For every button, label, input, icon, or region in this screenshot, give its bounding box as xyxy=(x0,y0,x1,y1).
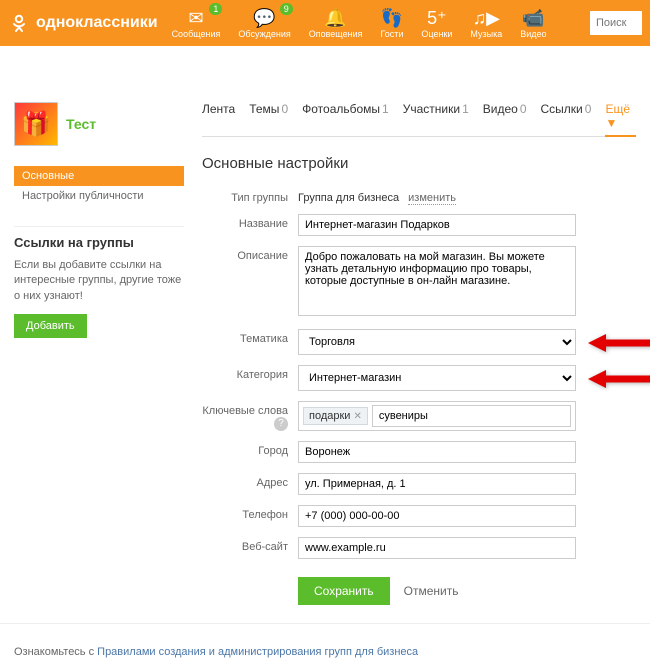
label-phone: Телефон xyxy=(202,505,298,521)
change-type-link[interactable]: изменить xyxy=(408,192,456,205)
topbar: одноклассники 1 ✉ Сообщения 9 💬 Обсужден… xyxy=(0,0,650,46)
group-avatar[interactable]: 🎁 xyxy=(14,102,58,146)
tab-more[interactable]: Ещё ▼ xyxy=(605,102,636,137)
help-icon[interactable]: ? xyxy=(274,417,288,431)
logo[interactable]: одноклассники xyxy=(8,12,158,34)
nav-video[interactable]: 📹 Видео xyxy=(520,7,546,39)
keyword-tag: подарки✕ xyxy=(303,407,368,425)
add-link-button[interactable]: Добавить xyxy=(14,314,87,338)
save-button[interactable]: Сохранить xyxy=(298,577,390,605)
name-input[interactable] xyxy=(298,214,576,236)
nav-notifications[interactable]: 🔔 Оповещения xyxy=(309,7,363,39)
label-address: Адрес xyxy=(202,473,298,489)
group-type-value: Группа для бизнеса xyxy=(298,192,399,204)
music-icon: ♫▶ xyxy=(475,7,497,29)
footprints-icon: 👣 xyxy=(381,7,403,29)
nav-music[interactable]: ♫▶ Музыка xyxy=(470,7,502,39)
tab-topics[interactable]: Темы0 xyxy=(249,102,288,130)
phone-input[interactable] xyxy=(298,505,576,527)
sidebar-tab-publicity[interactable]: Настройки публичности xyxy=(14,186,184,206)
tab-feed[interactable]: Лента xyxy=(202,102,235,130)
nav-label: Оповещения xyxy=(309,29,363,39)
divider xyxy=(14,226,184,227)
nav-ratings[interactable]: 5⁺ Оценки xyxy=(421,7,452,39)
form-actions: Сохранить Отменить xyxy=(202,577,636,605)
badge: 1 xyxy=(209,3,222,15)
tab-links[interactable]: Ссылки0 xyxy=(541,102,592,130)
ratings-icon: 5⁺ xyxy=(426,7,448,29)
city-input[interactable] xyxy=(298,441,576,463)
remove-tag-icon[interactable]: ✕ xyxy=(353,411,361,422)
description-textarea[interactable]: Добро пожаловать на мой магазин. Вы може… xyxy=(298,246,576,316)
nav-label: Обсуждения xyxy=(238,29,290,39)
label-description: Описание xyxy=(202,246,298,262)
sidebar-block-title: Ссылки на группы xyxy=(14,235,184,250)
label-group-type: Тип группы xyxy=(202,188,298,204)
main-content: Лента Темы0 Фотоальбомы1 Участники1 Виде… xyxy=(202,102,636,605)
sidebar-tab-main[interactable]: Основные xyxy=(14,166,184,186)
tab-members[interactable]: Участники1 xyxy=(403,102,469,130)
nav-label: Музыка xyxy=(470,29,502,39)
sidebar: 🎁 Тест Основные Настройки публичности Сс… xyxy=(14,102,184,605)
nav-icons: 1 ✉ Сообщения 9 💬 Обсуждения 🔔 Оповещени… xyxy=(172,7,590,39)
footer-rules-link[interactable]: Правилами создания и администрирования г… xyxy=(97,646,418,658)
label-keywords: Ключевые слова? xyxy=(202,401,298,431)
badge: 9 xyxy=(280,3,293,15)
envelope-icon: ✉ xyxy=(185,7,207,29)
website-input[interactable] xyxy=(298,537,576,559)
ok-logo-icon xyxy=(8,12,30,34)
keywords-input[interactable] xyxy=(372,405,571,427)
label-name: Название xyxy=(202,214,298,230)
bubbles-icon: 💬 xyxy=(254,7,276,29)
sidebar-block-text: Если вы добавите ссылки на интересные гр… xyxy=(14,258,184,304)
video-icon: 📹 xyxy=(522,7,544,29)
bell-icon: 🔔 xyxy=(325,7,347,29)
label-website: Веб-сайт xyxy=(202,537,298,553)
logo-text: одноклассники xyxy=(36,14,158,32)
tab-albums[interactable]: Фотоальбомы1 xyxy=(302,102,389,130)
group-type-row: Группа для бизнеса изменить xyxy=(298,188,636,204)
main-tabs: Лента Темы0 Фотоальбомы1 Участники1 Виде… xyxy=(202,102,636,137)
category-select[interactable]: Интернет-магазин xyxy=(298,365,576,391)
nav-label: Гости xyxy=(380,29,403,39)
nav-label: Оценки xyxy=(421,29,452,39)
nav-messages[interactable]: 1 ✉ Сообщения xyxy=(172,7,221,39)
search-box xyxy=(590,11,642,35)
label-theme: Тематика xyxy=(202,329,298,345)
search-input[interactable] xyxy=(590,11,642,35)
nav-discussions[interactable]: 9 💬 Обсуждения xyxy=(238,7,290,39)
sidebar-tabs: Основные Настройки публичности xyxy=(14,166,184,206)
label-category: Категория xyxy=(202,365,298,381)
sidebar-links-block: Ссылки на группы Если вы добавите ссылки… xyxy=(14,235,184,338)
cancel-link[interactable]: Отменить xyxy=(404,584,459,598)
group-title[interactable]: Тест xyxy=(66,116,96,132)
tab-video[interactable]: Видео0 xyxy=(483,102,527,130)
address-input[interactable] xyxy=(298,473,576,495)
label-city: Город xyxy=(202,441,298,457)
keywords-box[interactable]: подарки✕ xyxy=(298,401,576,431)
theme-select[interactable]: Торговля xyxy=(298,329,576,355)
nav-guests[interactable]: 👣 Гости xyxy=(380,7,403,39)
nav-label: Сообщения xyxy=(172,29,221,39)
divider xyxy=(0,623,650,624)
group-header: 🎁 Тест xyxy=(14,102,184,146)
nav-label: Видео xyxy=(520,29,546,39)
page-heading: Основные настройки xyxy=(202,155,636,172)
footer-note: Ознакомьтесь с Правилами создания и адми… xyxy=(0,632,650,666)
